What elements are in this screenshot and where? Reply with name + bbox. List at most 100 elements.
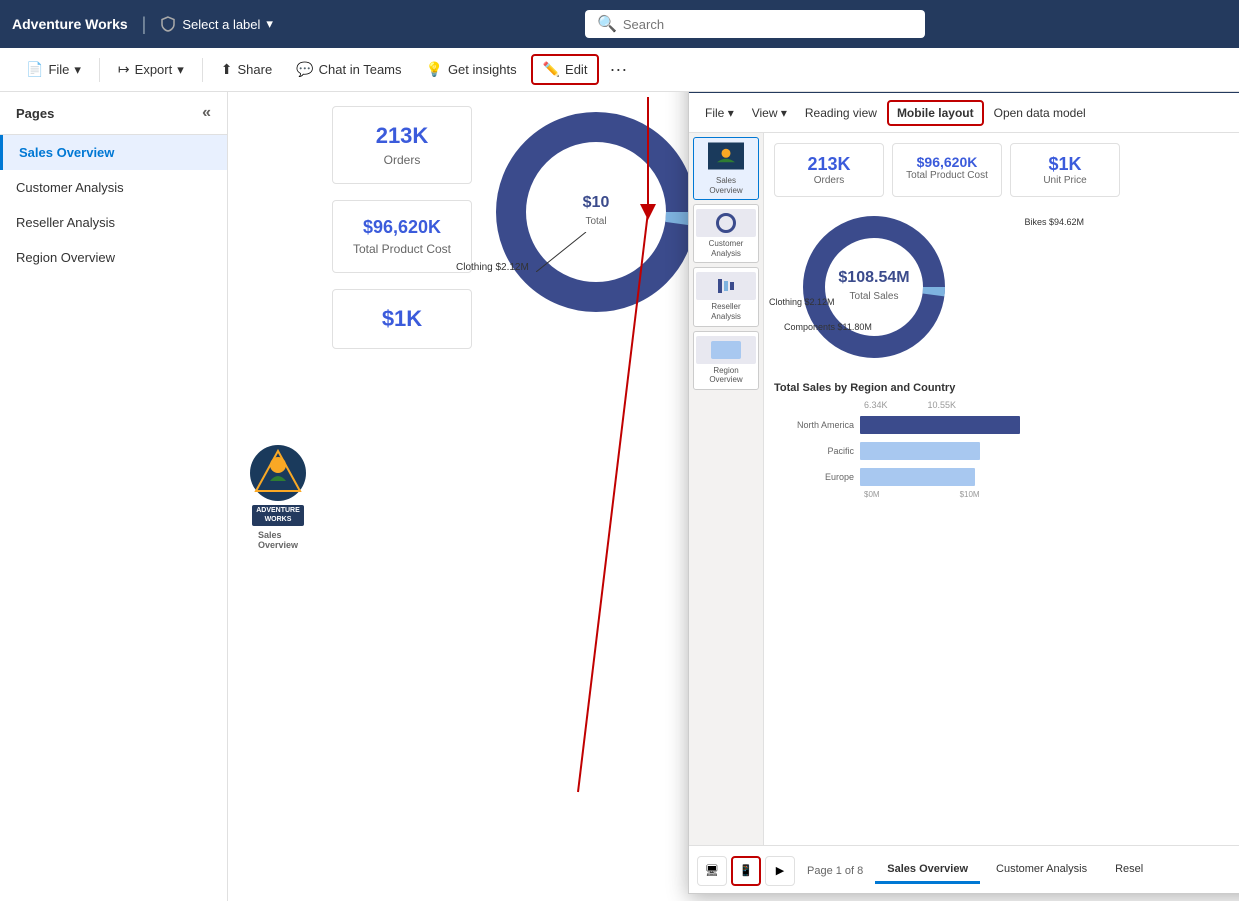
chat-in-teams-button[interactable]: 💬 Chat in Teams xyxy=(286,56,411,83)
overlay-file-button[interactable]: File ▾ xyxy=(697,102,742,124)
bar-row-north-america: North America xyxy=(774,416,1239,434)
total-product-cost-card: $96,620K Total Product Cost xyxy=(332,200,472,273)
overlay-desktop-view-button[interactable]: 🖥 xyxy=(697,856,727,886)
overlay-page-label-4: RegionOverview xyxy=(696,366,756,385)
bar-label-north-america: North America xyxy=(774,420,854,430)
search-icon: 🔍 xyxy=(597,14,617,34)
main-layout: Pages « Sales Overview Customer Analysis… xyxy=(0,92,1239,901)
sidebar-item-label: Sales Overview xyxy=(19,145,114,160)
bar-europe xyxy=(860,468,975,486)
overlay-unit-price-label: Unit Price xyxy=(1021,175,1109,186)
bar-chart-title: Total Sales by Region and Country xyxy=(774,382,1239,394)
svg-text:Total Sales: Total Sales xyxy=(850,291,899,302)
sidebar-item-sales-overview[interactable]: Sales Overview xyxy=(0,135,227,170)
file-icon: 📄 xyxy=(26,61,43,78)
sidebar-item-customer-analysis[interactable]: Customer Analysis xyxy=(0,170,227,205)
sidebar-item-reseller-analysis[interactable]: Reseller Analysis xyxy=(0,205,227,240)
chevron-down-icon: ▾ xyxy=(74,62,81,78)
unit-price-value: $1K xyxy=(382,306,422,332)
overlay-total-cost-value: $96,620K xyxy=(903,154,991,170)
overlay-donut-svg: $108.54M Total Sales xyxy=(774,207,974,367)
overlay-page-info: Page 1 of 8 xyxy=(807,865,863,877)
aw-label: ADVENTUREWORKS xyxy=(252,505,304,526)
overlay-orders-label: Orders xyxy=(785,175,873,186)
sidebar-collapse-button[interactable]: « xyxy=(202,104,211,122)
clothing-annotation: Clothing $2.12M xyxy=(456,262,529,273)
overlay-content: 213K Orders $96,620K Total Product Cost … xyxy=(764,133,1239,845)
insights-icon: 💡 xyxy=(426,61,443,78)
overlay-orders-value: 213K xyxy=(785,154,873,175)
bar-x-label-0: $0M xyxy=(864,490,880,499)
app-title: Adventure Works xyxy=(12,16,128,32)
overlay-bottom-bar: 🖥 📱 ▶ Page 1 of 8 Sales Overview Custome… xyxy=(689,845,1239,894)
toolbar-separator xyxy=(99,58,100,82)
chevron-down-icon: ▾ xyxy=(266,16,273,32)
overlay-tab-sales-overview[interactable]: Sales Overview xyxy=(875,857,980,884)
overlay-metrics-row: 213K Orders $96,620K Total Product Cost … xyxy=(774,143,1239,197)
overlay-total-cost-card: $96,620K Total Product Cost xyxy=(892,143,1002,197)
adventure-works-logo xyxy=(248,443,308,503)
sidebar-item-label: Reseller Analysis xyxy=(16,215,115,230)
overlay-page-reseller-analysis[interactable]: ResellerAnalysis xyxy=(693,267,759,326)
overlay-page-label-2: CustomerAnalysis xyxy=(696,239,756,258)
overlay-components-annotation: Components $11.80M xyxy=(784,322,872,332)
search-bar[interactable]: 🔍 xyxy=(585,10,925,38)
overlay-reading-view-button[interactable]: Reading view xyxy=(797,102,885,124)
overlay-body: SalesOverview CustomerAnalysis xyxy=(689,133,1239,845)
overlay-view-button[interactable]: View ▾ xyxy=(744,102,795,124)
overlay-play-button[interactable]: ▶ xyxy=(765,856,795,886)
overlay-mobile-layout-button[interactable]: Mobile layout xyxy=(887,100,984,126)
label-selector[interactable]: Select a label ▾ xyxy=(160,16,273,32)
sidebar-header: Pages « xyxy=(0,92,227,135)
bar-chart-scale: 6.34K 10.55K xyxy=(774,400,1239,410)
bar-chart-section: Total Sales by Region and Country 6.34K … xyxy=(774,382,1239,499)
edit-button[interactable]: ✏️ Edit xyxy=(531,54,600,85)
bar-x-label-1: $10M xyxy=(960,490,980,499)
bar-label-pacific: Pacific xyxy=(774,446,854,456)
overlay-tab-customer-analysis[interactable]: Customer Analysis xyxy=(984,857,1099,884)
overlay-page-region-overview[interactable]: RegionOverview xyxy=(693,331,759,390)
overlay-page-sales-overview[interactable]: SalesOverview xyxy=(693,137,759,200)
chevron-down-icon: ▾ xyxy=(781,106,787,120)
overlay-window: Adventure Works | Select a label ▾ 🔍 Se xyxy=(688,92,1239,894)
get-insights-button[interactable]: 💡 Get insights xyxy=(416,56,527,83)
donut-chart-area: $10 Total Clothing $2.12M xyxy=(486,102,706,891)
shield-icon xyxy=(160,16,176,32)
file-button[interactable]: 📄 File ▾ xyxy=(16,56,91,83)
sales-overview-label: SalesOverview xyxy=(258,530,298,550)
bar-label-europe: Europe xyxy=(774,472,854,482)
overlay-donut-section: $108.54M Total Sales Bikes $94.62M Cloth… xyxy=(774,207,1239,372)
export-button[interactable]: ↦ Export ▾ xyxy=(108,56,194,83)
overlay-donut-area: $108.54M Total Sales Bikes $94.62M Cloth… xyxy=(774,207,974,372)
bar-pacific xyxy=(860,442,980,460)
content-area: ADVENTUREWORKS SalesOverview 213K Orders… xyxy=(228,92,1239,901)
more-options-button[interactable]: ··· xyxy=(603,57,633,82)
overlay-open-data-model-button[interactable]: Open data model xyxy=(986,102,1094,124)
svg-text:Total: Total xyxy=(585,216,606,227)
total-product-cost-value: $96,620K xyxy=(363,217,441,238)
logo-card: ADVENTUREWORKS SalesOverview xyxy=(238,102,318,891)
edit-icon: ✏️ xyxy=(543,61,560,78)
overlay-page-label-1: SalesOverview xyxy=(696,176,756,195)
overlay-tab-reseller[interactable]: Resel xyxy=(1103,857,1155,884)
sidebar: Pages « Sales Overview Customer Analysis… xyxy=(0,92,228,901)
overlay-total-cost-label: Total Product Cost xyxy=(903,170,991,181)
export-icon: ↦ xyxy=(118,61,130,78)
overlay-toolbar: File ▾ View ▾ Reading view Mobile layout… xyxy=(689,93,1239,133)
bar-north-america xyxy=(860,416,1020,434)
share-button[interactable]: ⬆ Share xyxy=(211,56,282,83)
overlay-orders-card: 213K Orders xyxy=(774,143,884,197)
svg-text:$108.54M: $108.54M xyxy=(838,269,909,286)
chevron-down-icon: ▾ xyxy=(728,106,734,120)
overlay-unit-price-card: $1K Unit Price xyxy=(1010,143,1120,197)
sidebar-item-region-overview[interactable]: Region Overview xyxy=(0,240,227,275)
overlay-clothing-annotation: Clothing $2.12M xyxy=(769,297,835,307)
unit-price-card: $1K xyxy=(332,289,472,349)
overlay-page-customer-analysis[interactable]: CustomerAnalysis xyxy=(693,204,759,263)
main-toolbar: 📄 File ▾ ↦ Export ▾ ⬆ Share 💬 Chat in Te… xyxy=(0,48,1239,92)
overlay-mobile-view-button[interactable]: 📱 xyxy=(731,856,761,886)
teams-icon: 💬 xyxy=(296,61,313,78)
bikes-annotation: Bikes $94.62M xyxy=(1024,217,1084,227)
overlay-page-label-3: ResellerAnalysis xyxy=(696,302,756,321)
search-input[interactable] xyxy=(623,17,913,32)
